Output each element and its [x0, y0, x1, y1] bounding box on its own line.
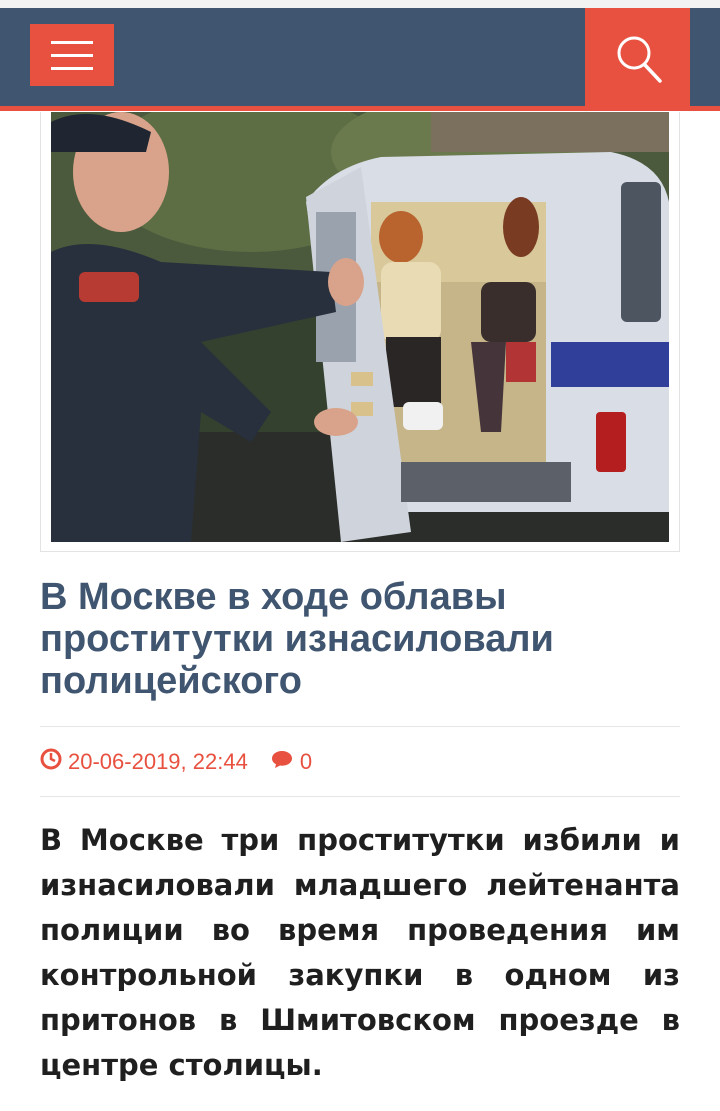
- site-header: [0, 0, 720, 111]
- hamburger-menu-icon: [51, 41, 93, 44]
- divider: [40, 796, 680, 797]
- search-button[interactable]: [585, 8, 690, 106]
- comments-count[interactable]: 0: [300, 749, 312, 775]
- hamburger-menu-icon: [51, 54, 93, 57]
- header-accent-line: [0, 106, 720, 111]
- menu-button[interactable]: [30, 24, 114, 86]
- article-photo: [51, 112, 669, 542]
- article-meta: 20-06-2019, 22:44 0: [40, 748, 312, 776]
- article-lead: В Москве три проститутки избили и изнаси…: [40, 823, 680, 1082]
- article-image-frame: [40, 112, 680, 552]
- hamburger-menu-icon: [51, 67, 93, 70]
- comment-icon[interactable]: [270, 749, 294, 775]
- divider: [40, 726, 680, 727]
- search-icon: [617, 36, 662, 83]
- article-date: 20-06-2019, 22:44: [68, 749, 248, 774]
- article-title[interactable]: В Москве в ходе облавы проститутки изнас…: [40, 576, 680, 702]
- article-image[interactable]: [51, 112, 669, 542]
- clock-icon: [40, 748, 62, 776]
